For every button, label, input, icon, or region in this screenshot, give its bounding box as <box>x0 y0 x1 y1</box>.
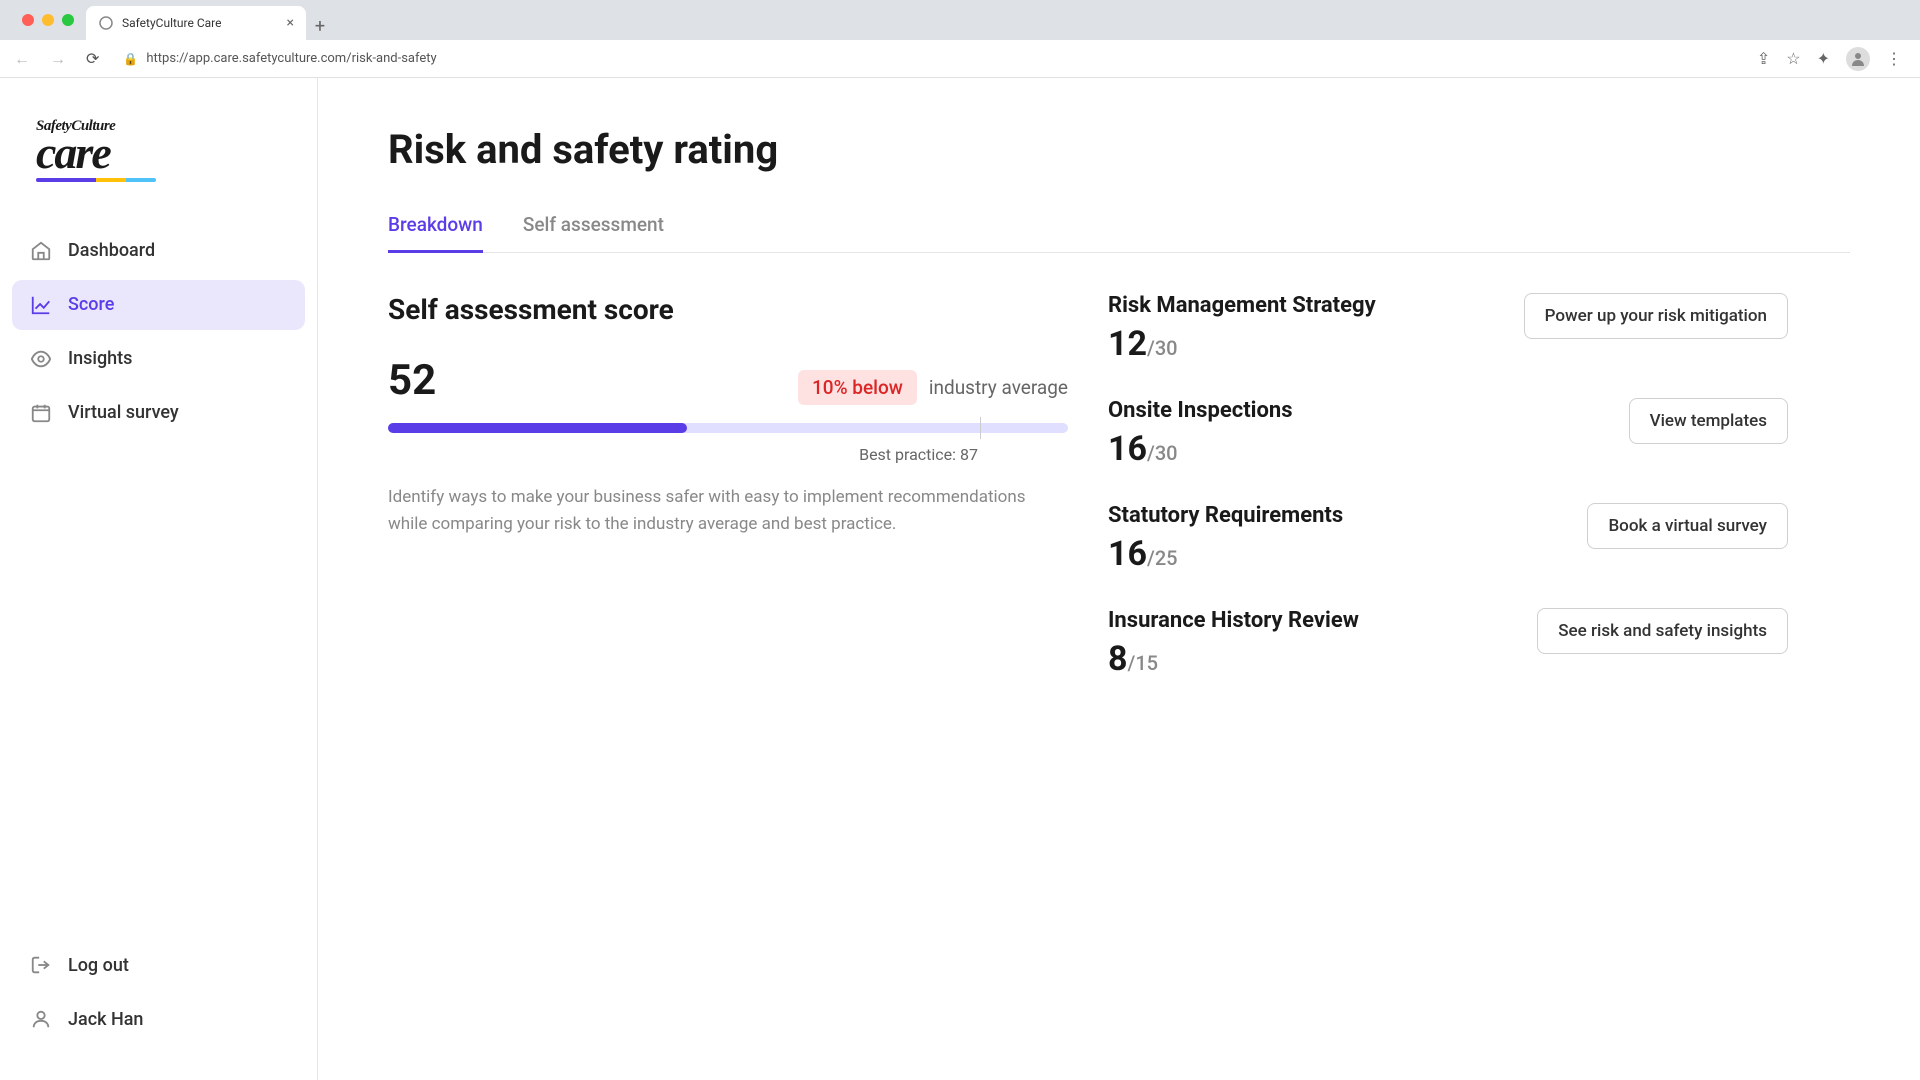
window-maximize[interactable] <box>62 14 74 26</box>
tab-close-icon[interactable]: × <box>287 15 294 31</box>
category-info: Statutory Requirements 16/25 <box>1108 503 1343 574</box>
user-icon <box>30 1008 52 1030</box>
logo: SafetyCulture care <box>12 110 305 210</box>
progress-marker <box>980 417 981 439</box>
page-title: Risk and safety rating <box>388 126 1850 173</box>
new-tab-button[interactable]: + <box>306 12 334 40</box>
category-info: Risk Management Strategy 12/30 <box>1108 293 1376 364</box>
sidebar-item-score[interactable]: Score <box>12 280 305 330</box>
sidebar-item-label: Log out <box>68 955 129 976</box>
sidebar-item-label: Virtual survey <box>68 402 179 423</box>
category-total: /15 <box>1128 651 1159 675</box>
extensions-icon[interactable]: ✦ <box>1817 49 1830 68</box>
chart-icon <box>30 294 52 316</box>
section-title: Self assessment score <box>388 293 1068 326</box>
forward-button[interactable]: → <box>46 45 70 73</box>
sidebar-item-user[interactable]: Jack Han <box>12 994 305 1044</box>
category-total: /30 <box>1147 336 1178 360</box>
category-action-risk-mitigation[interactable]: Power up your risk mitigation <box>1524 293 1788 339</box>
category-total: /30 <box>1147 441 1178 465</box>
back-button[interactable]: ← <box>10 45 34 73</box>
tab-breakdown[interactable]: Breakdown <box>388 213 483 253</box>
category-action-book-survey[interactable]: Book a virtual survey <box>1587 503 1788 549</box>
best-practice-label: Best practice: 87 <box>388 445 1068 464</box>
category-title: Risk Management Strategy <box>1108 293 1376 318</box>
tab-bar: SafetyCulture Care × + <box>0 0 1920 40</box>
menu-icon[interactable]: ⋮ <box>1886 49 1902 68</box>
score-value: 52 <box>388 356 436 405</box>
url-bar[interactable]: 🔒 https://app.care.safetyculture.com/ris… <box>115 51 1744 66</box>
calendar-icon <box>30 402 52 424</box>
main-content: Risk and safety rating Breakdown Self as… <box>318 78 1920 1080</box>
lock-icon: 🔒 <box>123 52 138 66</box>
progress-fill <box>388 423 687 433</box>
tab-favicon-icon <box>98 15 114 31</box>
score-compare: 10% below industry average <box>798 370 1068 405</box>
eye-icon <box>30 348 52 370</box>
category-info: Insurance History Review 8/15 <box>1108 608 1359 679</box>
sidebar-item-label: Dashboard <box>68 240 155 261</box>
url-text: https://app.care.safetyculture.com/risk-… <box>146 51 436 66</box>
category-score: 12 <box>1108 324 1147 364</box>
app-container: SafetyCulture care Dashboard Score <box>0 78 1920 1080</box>
profile-avatar-icon[interactable] <box>1846 47 1870 71</box>
score-section: Self assessment score 52 10% below indus… <box>388 293 1068 713</box>
sidebar-item-virtual-survey[interactable]: Virtual survey <box>12 388 305 438</box>
tab-self-assessment[interactable]: Self assessment <box>523 213 664 253</box>
sidebar: SafetyCulture care Dashboard Score <box>0 78 318 1080</box>
category-row: Onsite Inspections 16/30 View templates <box>1108 398 1788 469</box>
window-minimize[interactable] <box>42 14 54 26</box>
category-score: 16 <box>1108 534 1147 574</box>
category-total: /25 <box>1147 546 1178 570</box>
category-title: Statutory Requirements <box>1108 503 1343 528</box>
share-icon[interactable]: ⇪ <box>1757 49 1770 68</box>
score-description: Identify ways to make your business safe… <box>388 484 1068 538</box>
window-controls <box>10 0 86 40</box>
logout-icon <box>30 954 52 976</box>
window-close[interactable] <box>22 14 34 26</box>
sidebar-item-dashboard[interactable]: Dashboard <box>12 226 305 276</box>
sidebar-item-logout[interactable]: Log out <box>12 940 305 990</box>
category-row: Statutory Requirements 16/25 Book a virt… <box>1108 503 1788 574</box>
user-name: Jack Han <box>68 1009 143 1030</box>
logo-line2: care <box>36 135 281 172</box>
score-header: 52 10% below industry average <box>388 356 1068 405</box>
sidebar-item-label: Score <box>68 294 114 315</box>
browser-tab[interactable]: SafetyCulture Care × <box>86 6 306 40</box>
home-icon <box>30 240 52 262</box>
categories: Risk Management Strategy 12/30 Power up … <box>1108 293 1788 713</box>
category-row: Insurance History Review 8/15 See risk a… <box>1108 608 1788 679</box>
category-info: Onsite Inspections 16/30 <box>1108 398 1293 469</box>
tab-title: SafetyCulture Care <box>122 16 279 30</box>
browser-chrome: SafetyCulture Care × + ← → ⟳ 🔒 https://a… <box>0 0 1920 78</box>
category-title: Insurance History Review <box>1108 608 1359 633</box>
compare-text: industry average <box>929 376 1068 399</box>
sidebar-bottom: Log out Jack Han <box>12 940 305 1048</box>
logo-underline <box>36 178 156 182</box>
content-row: Self assessment score 52 10% below indus… <box>388 293 1850 713</box>
reload-button[interactable]: ⟳ <box>82 45 103 72</box>
address-bar: ← → ⟳ 🔒 https://app.care.safetyculture.c… <box>0 40 1920 78</box>
score-badge: 10% below <box>798 370 917 405</box>
sidebar-item-insights[interactable]: Insights <box>12 334 305 384</box>
category-action-view-templates[interactable]: View templates <box>1629 398 1788 444</box>
category-action-insights[interactable]: See risk and safety insights <box>1537 608 1788 654</box>
star-icon[interactable]: ☆ <box>1786 49 1800 68</box>
category-row: Risk Management Strategy 12/30 Power up … <box>1108 293 1788 364</box>
category-title: Onsite Inspections <box>1108 398 1293 423</box>
nav: Dashboard Score Insights Virtual survey <box>12 226 305 442</box>
category-score: 16 <box>1108 429 1147 469</box>
sidebar-item-label: Insights <box>68 348 132 369</box>
progress-bar <box>388 423 1068 433</box>
category-score: 8 <box>1108 639 1128 679</box>
browser-actions: ⇪ ☆ ✦ ⋮ <box>1757 47 1910 71</box>
tabs: Breakdown Self assessment <box>388 213 1850 253</box>
